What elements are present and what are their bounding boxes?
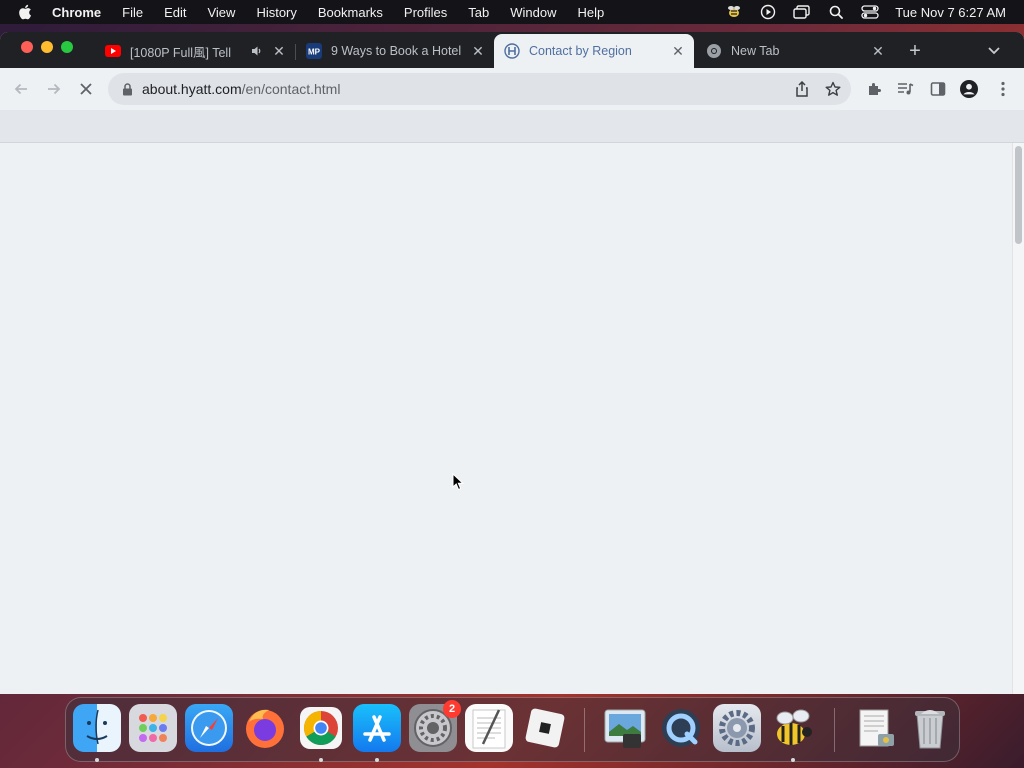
- menu-bookmarks[interactable]: Bookmarks: [318, 5, 383, 20]
- svg-text:MP: MP: [308, 48, 321, 57]
- tab-youtube[interactable]: [1080P Full風] Tell ✕: [95, 34, 295, 68]
- forward-arrow-icon[interactable]: [45, 80, 63, 98]
- url-host: about.hyatt.com: [142, 81, 242, 97]
- url-text[interactable]: about.hyatt.com/en/contact.html: [142, 81, 340, 97]
- profile-avatar-icon[interactable]: [960, 80, 978, 98]
- share-icon[interactable]: [794, 81, 810, 97]
- scrollbar-thumb[interactable]: [1015, 146, 1022, 244]
- bee-status-icon[interactable]: [725, 4, 743, 20]
- speaker-icon[interactable]: [249, 43, 265, 59]
- bee-icon[interactable]: [769, 704, 817, 752]
- running-indicator: [791, 758, 795, 762]
- close-tab-icon[interactable]: ✕: [271, 43, 287, 59]
- tab-title: 9 Ways to Book a Hotel: [331, 44, 462, 58]
- play-status-icon[interactable]: [759, 4, 777, 20]
- close-window-button[interactable]: [21, 41, 33, 53]
- mouse-cursor-icon: [452, 473, 464, 491]
- running-indicator: [95, 758, 99, 762]
- gear-icon[interactable]: [713, 704, 761, 752]
- tab-title: [1080P Full風] Tell: [130, 45, 231, 60]
- page-content-blank[interactable]: [0, 143, 1012, 694]
- bookmark-star-icon[interactable]: [825, 81, 841, 97]
- finder-icon[interactable]: [73, 704, 121, 752]
- menu-history[interactable]: History: [256, 5, 296, 20]
- app-store-icon[interactable]: [353, 704, 401, 752]
- preview-icon[interactable]: [601, 704, 649, 752]
- window-controls: [21, 41, 73, 53]
- menu-tab[interactable]: Tab: [468, 5, 489, 20]
- side-panel-icon[interactable]: [929, 80, 947, 98]
- hyatt-icon: [504, 43, 520, 59]
- notification-badge: 2: [443, 700, 461, 718]
- tab-contact-by-region[interactable]: Contact by Region ✕: [494, 34, 694, 68]
- tab-title: New Tab: [731, 44, 780, 58]
- zoom-window-button[interactable]: [61, 41, 73, 53]
- tab-mp[interactable]: MP 9 Ways to Book a Hotel ✕: [296, 34, 494, 68]
- running-indicator: [375, 758, 379, 762]
- firefox-icon[interactable]: [241, 704, 289, 752]
- running-indicator: [319, 758, 323, 762]
- spotlight-search-icon[interactable]: [827, 4, 845, 20]
- media-controls-icon[interactable]: [897, 80, 915, 98]
- minimize-window-button[interactable]: [41, 41, 53, 53]
- tab-title: Contact by Region: [529, 44, 632, 58]
- menu-help[interactable]: Help: [578, 5, 605, 20]
- lock-icon[interactable]: [121, 82, 133, 96]
- dock-divider: [834, 708, 835, 752]
- dock-divider: [584, 708, 585, 752]
- stop-loading-icon[interactable]: [77, 80, 95, 98]
- chrome-menu-kebab-icon[interactable]: [994, 80, 1012, 98]
- textedit-icon[interactable]: [465, 704, 513, 752]
- url-path: /en/contact.html: [241, 81, 341, 97]
- youtube-icon: [105, 43, 121, 59]
- menu-window[interactable]: Window: [510, 5, 556, 20]
- menu-app-name[interactable]: Chrome: [52, 5, 101, 20]
- apple-menu-icon[interactable]: [18, 4, 38, 20]
- tab-strip: [1080P Full風] Tell ✕ MP 9 Ways to Book a…: [0, 32, 1024, 68]
- menubar-status-area: Tue Nov 7 6:27 AM: [709, 0, 1006, 24]
- menu-file[interactable]: File: [122, 5, 143, 20]
- bookmarks-bar: [0, 110, 1024, 143]
- quicktime-icon[interactable]: [657, 704, 705, 752]
- mp-icon: MP: [306, 43, 322, 59]
- control-center-icon[interactable]: [861, 4, 879, 20]
- tab-new-tab[interactable]: New Tab ✕: [696, 34, 894, 68]
- menu-view[interactable]: View: [207, 5, 235, 20]
- address-bar[interactable]: about.hyatt.com/en/contact.html: [108, 73, 851, 105]
- documents-icon[interactable]: [852, 704, 900, 752]
- extensions-puzzle-icon[interactable]: [865, 80, 883, 98]
- chrome-window: [1080P Full風] Tell ✕ MP 9 Ways to Book a…: [0, 32, 1024, 694]
- menu-bar: Chrome File Edit View History Bookmarks …: [0, 0, 1024, 24]
- new-tab-button[interactable]: +: [905, 41, 925, 62]
- close-tab-icon[interactable]: ✕: [470, 43, 486, 59]
- trash-icon[interactable]: [906, 704, 954, 752]
- launchpad-icon[interactable]: [129, 704, 177, 752]
- screen-mirror-icon[interactable]: [793, 4, 811, 20]
- chrome-icon: [706, 43, 722, 59]
- menubar-clock[interactable]: Tue Nov 7 6:27 AM: [895, 5, 1006, 20]
- vertical-scrollbar[interactable]: [1012, 143, 1024, 694]
- menu-profiles[interactable]: Profiles: [404, 5, 447, 20]
- close-tab-icon[interactable]: ✕: [670, 43, 686, 59]
- close-tab-icon[interactable]: ✕: [870, 43, 886, 59]
- system-preferences-icon[interactable]: 2: [409, 700, 461, 752]
- menu-edit[interactable]: Edit: [164, 5, 186, 20]
- back-arrow-icon[interactable]: [12, 80, 30, 98]
- tab-search-chevron-icon[interactable]: [985, 44, 1003, 58]
- chrome-icon[interactable]: [297, 704, 345, 752]
- safari-icon[interactable]: [185, 704, 233, 752]
- dock: 2: [65, 697, 960, 762]
- browser-toolbar: about.hyatt.com/en/contact.html: [0, 68, 1024, 110]
- roblox-icon[interactable]: [521, 704, 569, 752]
